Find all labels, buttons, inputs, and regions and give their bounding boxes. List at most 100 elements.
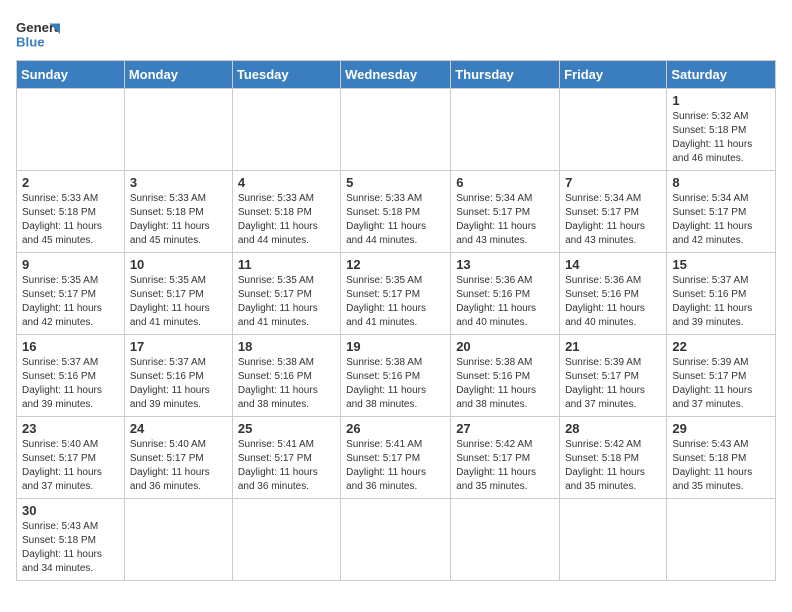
day-info: Sunrise: 5:38 AM Sunset: 5:16 PM Dayligh…: [238, 356, 335, 412]
day-info: Sunrise: 5:33 AM Sunset: 5:18 PM Dayligh…: [22, 192, 119, 248]
calendar-week-row: 1 Sunrise: 5:32 AM Sunset: 5:18 PM Daylig…: [17, 89, 776, 171]
day-info: Sunrise: 5:43 AM Sunset: 5:18 PM Dayligh…: [22, 520, 119, 576]
calendar-cell: [232, 89, 340, 171]
day-info: Sunrise: 5:38 AM Sunset: 5:16 PM Dayligh…: [346, 356, 445, 412]
day-info: Sunrise: 5:38 AM Sunset: 5:16 PM Dayligh…: [456, 356, 554, 412]
calendar-cell: 12 Sunrise: 5:35 AM Sunset: 5:17 PM Dayli…: [341, 253, 451, 335]
calendar-header-row: SundayMondayTuesdayWednesdayThursdayFrid…: [17, 61, 776, 89]
day-number: 21: [565, 339, 661, 354]
day-number: 12: [346, 257, 445, 272]
day-info: Sunrise: 5:33 AM Sunset: 5:18 PM Dayligh…: [346, 192, 445, 248]
day-number: 8: [672, 175, 770, 190]
day-number: 14: [565, 257, 661, 272]
calendar-cell: [341, 499, 451, 581]
calendar-cell: [667, 499, 776, 581]
column-header-saturday: Saturday: [667, 61, 776, 89]
calendar-week-row: 16 Sunrise: 5:37 AM Sunset: 5:16 PM Dayli…: [17, 335, 776, 417]
calendar-cell: 14Sunrise: 5:36 AM Sunset: 5:16 PM Dayli…: [560, 253, 667, 335]
calendar-cell: 30Sunrise: 5:43 AM Sunset: 5:18 PM Dayli…: [17, 499, 125, 581]
day-info: Sunrise: 5:35 AM Sunset: 5:17 PM Dayligh…: [346, 274, 445, 330]
calendar-cell: 6 Sunrise: 5:34 AM Sunset: 5:17 PM Daylig…: [451, 171, 560, 253]
calendar-cell: [451, 89, 560, 171]
day-number: 19: [346, 339, 445, 354]
calendar-cell: [17, 89, 125, 171]
calendar-cell: 9 Sunrise: 5:35 AM Sunset: 5:17 PM Daylig…: [17, 253, 125, 335]
day-info: Sunrise: 5:39 AM Sunset: 5:17 PM Dayligh…: [672, 356, 770, 412]
calendar-cell: 23Sunrise: 5:40 AM Sunset: 5:17 PM Dayli…: [17, 417, 125, 499]
day-number: 3: [130, 175, 227, 190]
calendar-cell: 1 Sunrise: 5:32 AM Sunset: 5:18 PM Daylig…: [667, 89, 776, 171]
day-number: 16: [22, 339, 119, 354]
calendar-cell: 21 Sunrise: 5:39 AM Sunset: 5:17 PM Dayli…: [560, 335, 667, 417]
day-number: 15: [672, 257, 770, 272]
day-number: 27: [456, 421, 554, 436]
calendar-cell: [341, 89, 451, 171]
calendar-cell: 10Sunrise: 5:35 AM Sunset: 5:17 PM Dayli…: [124, 253, 232, 335]
day-number: 5: [346, 175, 445, 190]
column-header-thursday: Thursday: [451, 61, 560, 89]
calendar-cell: [451, 499, 560, 581]
day-number: 2: [22, 175, 119, 190]
calendar-cell: 25 Sunrise: 5:41 AM Sunset: 5:17 PM Dayli…: [232, 417, 340, 499]
logo: General Blue: [16, 16, 62, 52]
calendar-week-row: 9 Sunrise: 5:35 AM Sunset: 5:17 PM Daylig…: [17, 253, 776, 335]
svg-text:Blue: Blue: [16, 34, 45, 49]
day-info: Sunrise: 5:41 AM Sunset: 5:17 PM Dayligh…: [238, 438, 335, 494]
calendar-cell: 7Sunrise: 5:34 AM Sunset: 5:17 PM Daylig…: [560, 171, 667, 253]
day-number: 24: [130, 421, 227, 436]
calendar-cell: [124, 499, 232, 581]
calendar-cell: [232, 499, 340, 581]
calendar-cell: 8 Sunrise: 5:34 AM Sunset: 5:17 PM Daylig…: [667, 171, 776, 253]
svg-text:General: General: [16, 20, 60, 35]
calendar-cell: 18 Sunrise: 5:38 AM Sunset: 5:16 PM Dayli…: [232, 335, 340, 417]
day-number: 13: [456, 257, 554, 272]
day-info: Sunrise: 5:37 AM Sunset: 5:16 PM Dayligh…: [22, 356, 119, 412]
day-info: Sunrise: 5:37 AM Sunset: 5:16 PM Dayligh…: [130, 356, 227, 412]
column-header-sunday: Sunday: [17, 61, 125, 89]
day-number: 28: [565, 421, 661, 436]
day-number: 25: [238, 421, 335, 436]
calendar-cell: 11Sunrise: 5:35 AM Sunset: 5:17 PM Dayli…: [232, 253, 340, 335]
day-number: 4: [238, 175, 335, 190]
calendar-cell: [560, 499, 667, 581]
day-number: 7: [565, 175, 661, 190]
day-number: 26: [346, 421, 445, 436]
calendar-cell: 27Sunrise: 5:42 AM Sunset: 5:17 PM Dayli…: [451, 417, 560, 499]
day-number: 6: [456, 175, 554, 190]
day-info: Sunrise: 5:41 AM Sunset: 5:17 PM Dayligh…: [346, 438, 445, 494]
day-number: 1: [672, 93, 770, 108]
calendar-cell: 19 Sunrise: 5:38 AM Sunset: 5:16 PM Dayli…: [341, 335, 451, 417]
day-number: 29: [672, 421, 770, 436]
generalblue-logo: General Blue: [16, 16, 60, 52]
day-info: Sunrise: 5:35 AM Sunset: 5:17 PM Dayligh…: [22, 274, 119, 330]
calendar-cell: 4 Sunrise: 5:33 AM Sunset: 5:18 PM Daylig…: [232, 171, 340, 253]
column-header-monday: Monday: [124, 61, 232, 89]
calendar-cell: 13Sunrise: 5:36 AM Sunset: 5:16 PM Dayli…: [451, 253, 560, 335]
day-info: Sunrise: 5:34 AM Sunset: 5:17 PM Dayligh…: [456, 192, 554, 248]
day-number: 18: [238, 339, 335, 354]
day-info: Sunrise: 5:37 AM Sunset: 5:16 PM Dayligh…: [672, 274, 770, 330]
day-info: Sunrise: 5:35 AM Sunset: 5:17 PM Dayligh…: [238, 274, 335, 330]
day-info: Sunrise: 5:43 AM Sunset: 5:18 PM Dayligh…: [672, 438, 770, 494]
day-info: Sunrise: 5:40 AM Sunset: 5:17 PM Dayligh…: [130, 438, 227, 494]
day-info: Sunrise: 5:33 AM Sunset: 5:18 PM Dayligh…: [238, 192, 335, 248]
calendar-cell: 24 Sunrise: 5:40 AM Sunset: 5:17 PM Dayli…: [124, 417, 232, 499]
day-info: Sunrise: 5:34 AM Sunset: 5:17 PM Dayligh…: [672, 192, 770, 248]
calendar-week-row: 30Sunrise: 5:43 AM Sunset: 5:18 PM Dayli…: [17, 499, 776, 581]
calendar-cell: 5 Sunrise: 5:33 AM Sunset: 5:18 PM Daylig…: [341, 171, 451, 253]
day-number: 17: [130, 339, 227, 354]
day-number: 22: [672, 339, 770, 354]
calendar-cell: 16 Sunrise: 5:37 AM Sunset: 5:16 PM Dayli…: [17, 335, 125, 417]
day-number: 9: [22, 257, 119, 272]
calendar-table: SundayMondayTuesdayWednesdayThursdayFrid…: [16, 60, 776, 581]
day-number: 23: [22, 421, 119, 436]
calendar-cell: [560, 89, 667, 171]
day-info: Sunrise: 5:33 AM Sunset: 5:18 PM Dayligh…: [130, 192, 227, 248]
day-info: Sunrise: 5:32 AM Sunset: 5:18 PM Dayligh…: [672, 110, 770, 166]
calendar-cell: 17 Sunrise: 5:37 AM Sunset: 5:16 PM Dayli…: [124, 335, 232, 417]
calendar-cell: 20Sunrise: 5:38 AM Sunset: 5:16 PM Dayli…: [451, 335, 560, 417]
calendar-week-row: 23 Sunrise: 5:40 AM Sunset: 5:17 PM Dayli…: [17, 417, 776, 499]
column-header-friday: Friday: [560, 61, 667, 89]
calendar-cell: [124, 89, 232, 171]
day-info: Sunrise: 5:39 AM Sunset: 5:17 PM Dayligh…: [565, 356, 661, 412]
